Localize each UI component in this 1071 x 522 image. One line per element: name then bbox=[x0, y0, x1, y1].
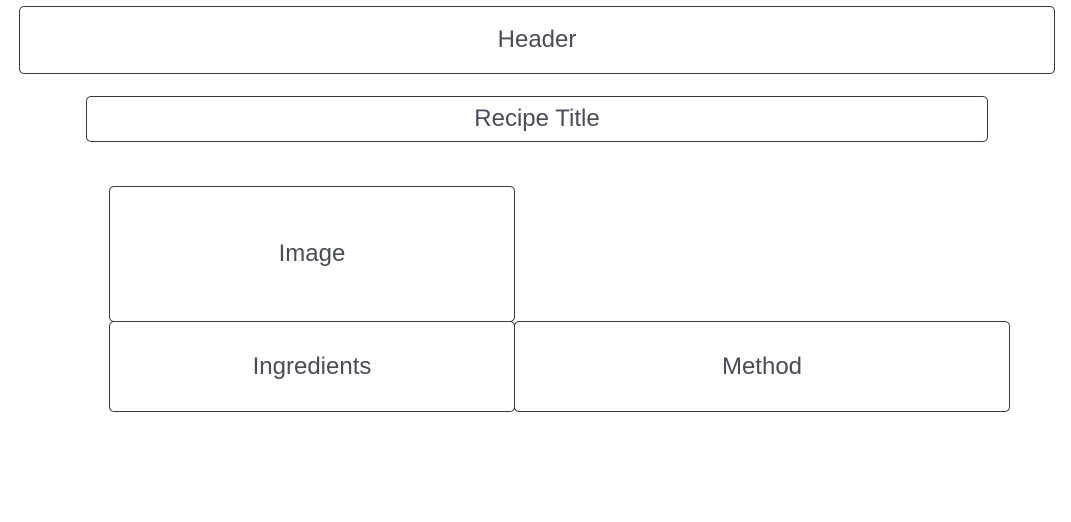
method-box: Method bbox=[514, 321, 1010, 412]
method-label: Method bbox=[721, 352, 803, 380]
recipe-title-box: Recipe Title bbox=[86, 96, 988, 142]
recipe-title-label: Recipe Title bbox=[474, 105, 600, 132]
image-label: Image bbox=[278, 240, 346, 267]
header-label: Header bbox=[497, 26, 577, 53]
image-box: Image bbox=[109, 186, 515, 322]
ingredients-label: Ingredients bbox=[252, 352, 372, 380]
ingredients-box: Ingredients bbox=[109, 321, 515, 412]
header-box: Header bbox=[19, 6, 1055, 74]
